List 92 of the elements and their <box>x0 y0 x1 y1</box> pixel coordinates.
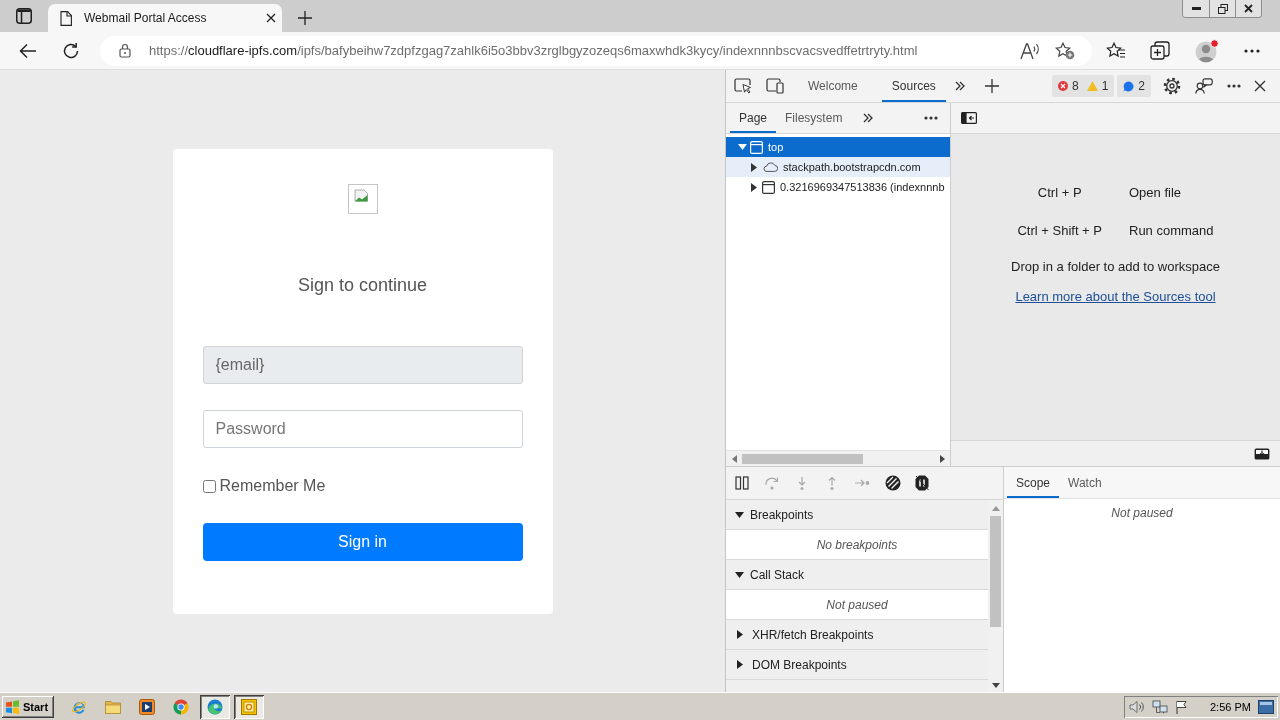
close-button[interactable] <box>1235 0 1261 17</box>
deactivate-breakpoints-icon[interactable] <box>885 475 901 491</box>
navigator-tab[interactable]: Filesystem <box>776 103 852 133</box>
shortcut-action: Run command <box>1129 222 1214 240</box>
more-icon[interactable] <box>1227 84 1241 88</box>
issues-counter[interactable]: 8 1 <box>1051 75 1115 97</box>
minimize-icon <box>1191 7 1201 10</box>
drop-hint: Drop in a folder to add to workspace <box>1011 259 1220 275</box>
chevrons-icon[interactable] <box>863 113 874 123</box>
remember-me-checkbox[interactable] <box>202 479 216 493</box>
scroll-left-icon[interactable] <box>732 454 737 463</box>
tree-item[interactable]: 0.3216969347513836 (indexnnnb <box>726 177 950 197</box>
left-arrow-icon[interactable] <box>19 42 37 59</box>
shortcut-keys: Ctrl + P <box>1037 183 1082 203</box>
more-icon[interactable] <box>1244 48 1260 53</box>
minimize-button[interactable] <box>1183 0 1209 17</box>
error-icon <box>1057 81 1068 91</box>
plus-icon[interactable] <box>984 79 999 93</box>
empty-message: Not paused <box>1111 506 1173 520</box>
tree-item[interactable]: stackpath.bootstrapcdn.com <box>726 157 950 177</box>
window-icon <box>762 180 775 194</box>
restore-button[interactable] <box>1209 0 1235 17</box>
address-field[interactable]: https://cloudflare-ipfs.com/ipfs/bafybeihw7zdpfzgag7zahlk6i5o3bbv3zrglbgyzozeqs6maxwhdk3kycy/indexnnnbscvacsvedffetrtryty.html <box>100 35 1092 66</box>
network-icon[interactable] <box>1152 699 1168 714</box>
clock: 2:56 PM <box>1210 700 1251 713</box>
broken-image-icon <box>347 184 378 214</box>
browser-tab[interactable]: Webmail Portal Access <box>48 4 282 32</box>
star-plus-icon[interactable] <box>1055 41 1075 60</box>
speaker-icon[interactable] <box>1129 699 1145 714</box>
close-icon[interactable] <box>1254 80 1266 92</box>
pause-icon[interactable] <box>735 476 749 490</box>
folder-icon <box>105 699 121 714</box>
person-bubble-icon[interactable] <box>1195 78 1213 94</box>
taskbar-app-button[interactable] <box>200 694 230 719</box>
messages-counter[interactable]: 2 <box>1117 75 1151 97</box>
scrollbar-thumb[interactable] <box>742 453 863 464</box>
cursor-box-icon[interactable] <box>734 78 752 94</box>
tree-item[interactable]: top <box>726 137 950 157</box>
empty-message: No breakpoints <box>816 537 898 552</box>
password-field[interactable]: Password <box>202 410 523 448</box>
empty-message: Not paused <box>826 597 888 612</box>
close-icon[interactable] <box>266 13 276 23</box>
flag-logo-icon <box>5 699 20 714</box>
wave-browser-icon <box>207 698 223 715</box>
shortcut-action: Open file <box>1129 184 1182 202</box>
page-icon <box>60 10 72 26</box>
devtools-tab[interactable]: Welcome <box>798 70 868 102</box>
sidebar-toggle-icon[interactable] <box>961 112 977 124</box>
panel-icon[interactable] <box>16 8 32 24</box>
drawer-icon[interactable] <box>1254 447 1270 460</box>
caret-right-icon[interactable] <box>751 182 757 192</box>
remember-me-label: Remember Me <box>219 478 326 494</box>
caret-right-icon[interactable] <box>751 162 757 172</box>
window-icon <box>750 140 763 154</box>
message-icon <box>1123 80 1135 92</box>
desktop-icon[interactable] <box>1258 699 1274 714</box>
settings-icon[interactable] <box>1163 77 1181 95</box>
close-icon <box>1244 4 1253 13</box>
square-app-icon <box>241 698 257 715</box>
device-icon[interactable] <box>766 78 784 94</box>
squares-plus-icon[interactable] <box>1150 40 1170 61</box>
scroll-right-icon[interactable] <box>940 454 945 463</box>
lock-icon[interactable] <box>119 43 131 58</box>
sidebar-tab[interactable]: Watch <box>1059 467 1111 498</box>
section-header[interactable]: XHR/fetch Breakpoints <box>726 620 988 650</box>
sign-in-button[interactable]: Sign in <box>202 523 523 561</box>
play-icon <box>139 698 155 715</box>
avatar-icon[interactable] <box>1195 38 1219 63</box>
section-header[interactable]: DOM Breakpoints <box>726 650 988 680</box>
restore-icon <box>1217 3 1228 14</box>
navigator-tab[interactable]: Page <box>730 103 777 133</box>
flag-icon[interactable] <box>1175 699 1189 714</box>
chevrons-icon[interactable] <box>954 81 965 91</box>
caret-down-icon[interactable] <box>738 144 747 150</box>
scroll-down-icon[interactable] <box>991 683 1000 688</box>
star-list-icon[interactable] <box>1106 41 1126 60</box>
start-button[interactable]: Start <box>2 695 54 718</box>
plus-icon[interactable] <box>298 11 312 25</box>
pause-exceptions-icon[interactable] <box>915 475 929 491</box>
more-icon[interactable] <box>924 116 938 120</box>
round-browser-icon <box>173 698 189 715</box>
cloud-icon <box>762 162 778 172</box>
shortcut-keys: Ctrl + Shift + P <box>1017 221 1102 241</box>
read-aloud-icon[interactable] <box>1020 41 1040 60</box>
login-heading: Sign to continue <box>297 274 428 296</box>
taskbar-app-button[interactable] <box>234 694 264 719</box>
reload-icon[interactable] <box>62 41 80 60</box>
warning-icon <box>1086 81 1098 91</box>
learn-more-link[interactable]: Learn more about the Sources tool <box>1015 289 1216 305</box>
scrollbar-thumb[interactable] <box>990 516 1001 627</box>
sidebar-tab[interactable]: Scope <box>1007 467 1060 498</box>
url-text: https://cloudflare-ipfs.com/ipfs/bafybeihw7zdpfzgag7zahlk6i5o3bbv3zrglbgyzozeqs6maxwhdk3kycy/indexnnnbscvacsvedffetrtryty.html <box>149 43 918 58</box>
